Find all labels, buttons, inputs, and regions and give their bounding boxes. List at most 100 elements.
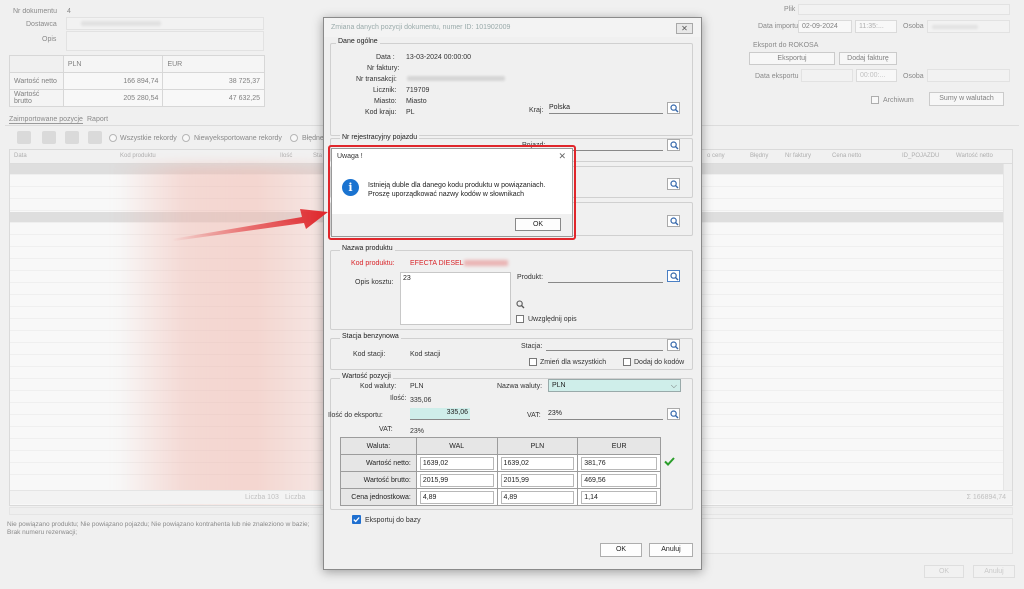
stacja-search-icon[interactable] [667, 339, 680, 351]
col-eur: EUR [162, 55, 265, 73]
cur-header-pln: PLN [496, 437, 579, 455]
wartosc-title: Wartość pozycji [340, 373, 393, 380]
dostawca-field[interactable] [66, 17, 264, 30]
dialog-anuluj-button[interactable]: Anuluj [649, 543, 693, 557]
tab-zaimportowane[interactable]: Zaimportowane pozycje [9, 116, 83, 124]
tab-raport[interactable]: Raport [87, 116, 108, 123]
cur-header-wal: WAL [415, 437, 498, 455]
time-eksportu-field[interactable]: 00:00:... [856, 69, 897, 82]
cur-netto-eur[interactable]: 381,76 [581, 456, 657, 470]
opis-search-icon[interactable] [516, 300, 525, 311]
vat-search-icon[interactable] [667, 408, 680, 420]
chevron-down-icon: ⌵ [670, 381, 677, 390]
nr-transakcji-label: Nr transakcji: [356, 76, 397, 83]
stacja-field[interactable] [546, 340, 663, 351]
nr-dokumentu-label: Nr dokumentu [13, 8, 57, 15]
cur-cena-pln[interactable]: 4,89 [500, 490, 575, 504]
archiwum-checkbox[interactable] [871, 96, 879, 104]
pojazd-search-icon[interactable] [667, 139, 680, 151]
grid-col-nr-faktury: Nr faktury [785, 153, 812, 159]
grid-col-bledny: Błędny [750, 153, 769, 159]
grid-col-ilosc: Ilość [280, 153, 293, 159]
opis-kosztu-label: Opis kosztu: [355, 279, 394, 286]
cur-brutto-pln[interactable]: 2015,99 [500, 473, 575, 487]
grid-col-kod: Kod produktu [120, 153, 156, 159]
alert-message: Istnieją duble dla danego kodu produktu … [368, 181, 545, 199]
radio-all[interactable] [109, 134, 117, 142]
eksportuj-do-bazy-label: Eksportuj do bazy [365, 517, 421, 524]
alert-close-button[interactable]: ✕ [558, 151, 566, 162]
main-ok-button[interactable]: OK [924, 565, 964, 578]
kod-produktu-blurred [464, 260, 508, 266]
nazwa-waluty-label: Nazwa waluty: [497, 383, 543, 390]
checkmark-icon [353, 517, 360, 523]
grid-footer-count2: Liczba [285, 494, 306, 501]
ilosc-eksport-field[interactable]: 335,06 [410, 408, 470, 420]
eksport-title: Eksport do ROKOSA [753, 42, 819, 49]
produkt-search-icon[interactable] [667, 270, 680, 282]
col-pln: PLN [62, 55, 164, 73]
opis-field[interactable] [66, 31, 264, 51]
time-importu-field[interactable]: 11:35:... [855, 20, 897, 33]
data-eksportu-field[interactable] [801, 69, 853, 82]
osoba2-label: Osoba [903, 73, 924, 80]
toolbar-doc-refresh-icon[interactable] [88, 131, 102, 144]
produkt-field[interactable] [548, 272, 663, 283]
opis-kosztu-field[interactable]: 23 [400, 272, 511, 325]
nazwa-waluty-select[interactable]: PLN ⌵ [548, 379, 681, 392]
data-value: 13-03-2024 00:00:00 [406, 54, 471, 61]
dodaj-fakture-button[interactable]: Dodaj fakturę [839, 52, 897, 65]
dodaj-do-kodow-checkbox[interactable] [623, 358, 631, 366]
zmien-dla-wszystkich-checkbox[interactable] [529, 358, 537, 366]
dialog-ok-button[interactable]: OK [600, 543, 642, 557]
archiwum-label: Archiwum [883, 97, 914, 104]
kraj-search-icon[interactable] [667, 102, 680, 114]
vat2-value: 23% [410, 428, 425, 435]
radio-errors[interactable] [290, 134, 298, 142]
radio-not-exported[interactable] [182, 134, 190, 142]
alert-footer: OK [332, 214, 572, 236]
cur-netto-wal[interactable]: 1639,02 [419, 456, 494, 470]
grid-vscrollbar[interactable] [1003, 164, 1012, 490]
nr-rej-title: Nr rejestracyjny pojazdu [340, 134, 420, 141]
alert-message-line-2: Proszę uporządkować nazwy kodów w słowni… [368, 191, 525, 198]
dialog-close-button[interactable]: ✕ [676, 23, 693, 34]
dostawca-label: Dostawca [26, 21, 57, 28]
kod-kraju-label: Kod kraju: [365, 109, 397, 116]
grid-footer-count: Liczba 103 [245, 494, 279, 501]
cur-netto-pln[interactable]: 1639,02 [500, 456, 575, 470]
vat-field[interactable]: 23% [548, 409, 663, 420]
uwzglednij-opis-checkbox[interactable] [516, 315, 524, 323]
alert-ok-button[interactable]: OK [515, 218, 561, 231]
dialog-title: Zmiana danych pozycji dokumentu, numer I… [331, 24, 511, 31]
grid-col-wartosc-netto: Wartość netto [956, 153, 993, 159]
eksportuj-button[interactable]: Eksportuj [749, 52, 835, 65]
edit-position-dialog: Zmiana danych pozycji dokumentu, numer I… [323, 17, 702, 570]
cur-brutto-wal[interactable]: 2015,99 [419, 473, 494, 487]
cur-cena-wal[interactable]: 4,89 [419, 490, 494, 504]
dane-ogolne-title: Dane ogólne [336, 38, 380, 45]
kraj-field[interactable]: Polska [549, 103, 663, 114]
vat2-label: VAT: [379, 426, 393, 433]
plik-label: Plik [784, 6, 796, 13]
karta-search-icon[interactable] [667, 215, 680, 227]
eksportuj-do-bazy-checkbox[interactable] [352, 515, 361, 524]
kod-waluty-value: PLN [410, 383, 424, 390]
grid-col-data: Data [14, 153, 27, 159]
grid-col-sta: Sta [313, 153, 323, 159]
miasto-value: Miasto [406, 98, 427, 105]
cur-brutto-eur[interactable]: 469,56 [581, 473, 657, 487]
main-anuluj-button[interactable]: Anuluj [973, 565, 1015, 578]
radio-not-exported-label: Niewyeksportowane rekordy [194, 135, 282, 142]
grid-footer-sum: Σ 166894,74 [966, 494, 1006, 501]
cur-row-brutto-label: Wartość brutto: [340, 471, 417, 489]
kontrahent-search-icon[interactable] [667, 178, 680, 190]
kod-stacji-label: Kod stacji: [353, 351, 386, 358]
licznik-label: Licznik: [373, 87, 397, 94]
data-importu-field[interactable]: 02-09-2024 [798, 20, 852, 33]
toolbar-doc-search-icon[interactable] [42, 131, 56, 144]
toolbar-doc-icon[interactable] [17, 131, 31, 144]
toolbar-doc-edit-icon[interactable] [65, 131, 79, 144]
sumy-w-walutach-button[interactable]: Sumy w walutach [929, 92, 1004, 106]
cur-cena-eur[interactable]: 1,14 [581, 490, 657, 504]
